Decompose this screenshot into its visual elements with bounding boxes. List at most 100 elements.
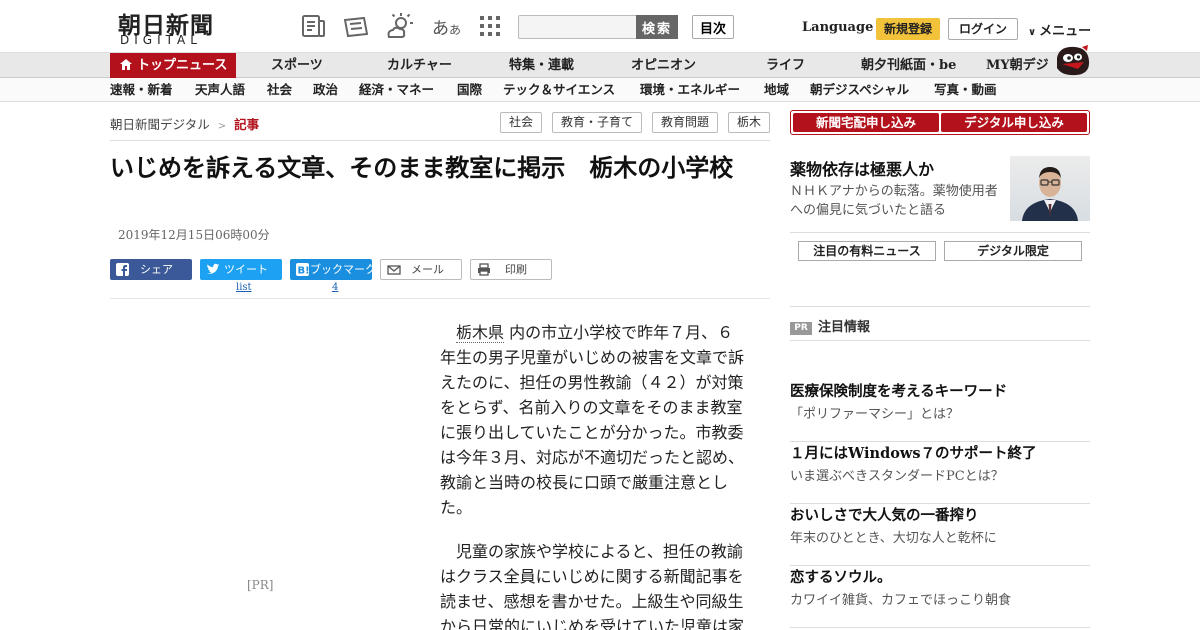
logo-digital: DIGITAL: [120, 33, 202, 47]
feature-description: ＮＨＫアナからの転落。薬物使用者への偏見に気づいたと語る: [790, 184, 998, 218]
share-mail-label: メール: [411, 263, 444, 276]
feature-story[interactable]: 薬物依存は極悪人か ＮＨＫアナからの転落。薬物使用者への偏見に気づいたと語る: [790, 156, 1090, 222]
pr-item-description: いま選ぶべきスタンダードPCとは？: [790, 469, 1004, 484]
pr-item-title: おいしさで大人気の一番搾り: [790, 507, 979, 524]
subnav-item-society[interactable]: 社会: [267, 78, 292, 102]
tab-digital-only[interactable]: デジタル限定: [944, 241, 1082, 261]
svg-text:B!: B!: [298, 266, 310, 277]
paper-icon[interactable]: [342, 12, 370, 40]
pr-list-item[interactable]: おいしさで大人気の一番搾り 年末のひととき、大切な人と乾杯に: [790, 504, 1090, 566]
pr-list-item[interactable]: 恋するソウル。 カワイイ雑貨、カフェでほっこり朝食: [790, 566, 1090, 628]
pr-item-title: 医療保険制度を考えるキーワード: [790, 383, 1008, 400]
subnav-item-special[interactable]: 朝デジスペシャル: [810, 78, 909, 102]
nav-item-top-news[interactable]: トップニュース: [110, 53, 236, 79]
font-size-icon[interactable]: ああ: [432, 14, 461, 39]
subnav-item-tenseijingo[interactable]: 天声人語: [195, 78, 245, 102]
subnav-item-region[interactable]: 地域: [764, 78, 789, 102]
tag-education-issues[interactable]: 教育問題: [651, 112, 718, 133]
sub-nav: 速報・新着 天声人語 社会 政治 経済・マネー 国際 テック＆サイエンス 環境・…: [0, 78, 1200, 102]
twitter-share-count[interactable]: list: [236, 282, 252, 293]
breadcrumb: 朝日新聞デジタル > 記事: [110, 114, 259, 133]
pr-item-description: 年末のひととき、大切な人と乾杯に: [790, 531, 997, 546]
nav-item-features[interactable]: 特集・連載: [509, 53, 574, 79]
sidebar-tabs: 注目の有料ニュース デジタル限定: [798, 241, 1082, 261]
article-body: 栃木県 内の市立小学校で昨年７月、６年生の男子児童がいじめの被害を文章で訴えたの…: [440, 320, 746, 630]
subscribe-box: 新聞宅配申し込み デジタル申し込み: [790, 110, 1090, 135]
pr-section-heading: PR 注目情報: [790, 316, 870, 335]
main-nav: トップニュース スポーツ カルチャー 特集・連載 オピニオン ライフ 朝夕刊紙面…: [0, 52, 1200, 79]
tag-education[interactable]: 教育・子育て: [551, 112, 642, 133]
article-paragraph: 児童の家族や学校によると、担任の教諭はクラス全員にいじめに関する新聞記事を読ませ…: [440, 542, 745, 630]
subnav-item-politics[interactable]: 政治: [313, 78, 338, 102]
breadcrumb-home[interactable]: 朝日新聞デジタル: [110, 117, 210, 132]
pr-item-title: 恋するソウル。: [790, 569, 892, 586]
tab-paid-news[interactable]: 注目の有料ニュース: [798, 241, 936, 261]
feature-photo: [1010, 156, 1090, 221]
print-label: 印刷: [505, 263, 527, 276]
pr-list-item[interactable]: １月にはWindows７のサポート終了 いま選ぶべきスタンダードPCとは？: [790, 442, 1090, 504]
nav-item-my-asadigi[interactable]: MY朝デジ: [986, 53, 1049, 79]
nav-item-life[interactable]: ライフ: [766, 53, 805, 79]
twitter-icon: [207, 263, 220, 274]
nav-item-opinion[interactable]: オピニオン: [631, 53, 696, 79]
pr-heading-label: 注目情報: [818, 320, 871, 335]
divider: [790, 232, 1090, 233]
tochigi-link[interactable]: 栃木県: [456, 323, 505, 343]
search-button[interactable]: 検索: [636, 15, 678, 39]
pr-list-item[interactable]: 医療保険制度を考えるキーワード 「ポリファーマシー」とは？: [790, 380, 1090, 442]
subnav-item-international[interactable]: 国際: [457, 78, 482, 102]
share-hatena-label: ブックマーク: [310, 263, 376, 276]
share-hatena-button[interactable]: B! ブックマーク: [290, 259, 376, 280]
home-icon: [120, 59, 132, 70]
article-title: いじめを訴える文章、そのまま教室に掲示 栃木の小学校: [110, 153, 734, 182]
subscribe-home-delivery-button[interactable]: 新聞宅配申し込み: [793, 113, 939, 132]
search-input[interactable]: [518, 15, 638, 39]
feature-title: 薬物依存は極悪人か: [790, 160, 935, 179]
divider: [790, 306, 1090, 307]
subnav-item-economy[interactable]: 経済・マネー: [359, 78, 434, 102]
pr-item-description: 「ポリファーマシー」とは？: [790, 407, 960, 422]
pr-badge: PR: [790, 322, 812, 335]
breadcrumb-separator: >: [217, 121, 227, 132]
tag-tochigi[interactable]: 栃木: [727, 112, 770, 133]
apps-grid-icon[interactable]: [476, 12, 504, 40]
mail-icon: [387, 265, 401, 275]
subscribe-digital-button[interactable]: デジタル申し込み: [941, 113, 1087, 132]
login-button[interactable]: ログイン: [948, 18, 1018, 40]
divider: [110, 298, 770, 299]
nav-item-culture[interactable]: カルチャー: [387, 53, 452, 79]
subnav-item-environment[interactable]: 環境・エネルギー: [640, 78, 740, 102]
weather-icon[interactable]: [386, 12, 414, 40]
share-mail-button[interactable]: メール: [380, 259, 462, 280]
divider: [110, 140, 770, 141]
news-list-icon[interactable]: [300, 12, 328, 40]
printer-icon: [478, 263, 490, 276]
subnav-item-tech[interactable]: テック＆サイエンス: [503, 78, 615, 102]
menu-button[interactable]: ∨ メニュー: [1028, 20, 1091, 39]
site-logo[interactable]: 朝日新聞 DIGITAL: [112, 6, 234, 48]
article-tags: 社会 教育・子育て 教育問題 栃木: [499, 112, 770, 133]
mascot-icon[interactable]: [1054, 44, 1092, 78]
language-link[interactable]: Language: [802, 20, 873, 35]
hatena-share-count[interactable]: 4: [332, 282, 338, 293]
facebook-icon: [116, 263, 129, 276]
toc-button[interactable]: 目次: [692, 15, 734, 39]
breadcrumb-current: 記事: [234, 117, 260, 132]
register-button[interactable]: 新規登録: [876, 18, 940, 40]
font-size-label-small: あ: [449, 23, 462, 37]
site-header: 朝日新聞 DIGITAL ああ 検索 目次 Language 新規登録 ログイン…: [0, 0, 1200, 52]
tag-society[interactable]: 社会: [499, 112, 542, 133]
chevron-down-icon: ∨: [1028, 27, 1037, 38]
pr-item-description: カワイイ雑貨、カフェでほっこり朝食: [790, 593, 1012, 608]
subnav-item-photo-video[interactable]: 写真・動画: [934, 78, 997, 102]
share-twitter-button[interactable]: ツイート: [200, 259, 282, 280]
nav-item-paper[interactable]: 朝夕刊紙面・be: [861, 53, 956, 79]
nav-item-sports[interactable]: スポーツ: [271, 53, 323, 79]
nav-item-label: トップニュース: [137, 58, 228, 73]
share-facebook-label: シェア: [140, 263, 173, 276]
share-facebook-button[interactable]: シェア: [110, 259, 192, 280]
subnav-item-latest[interactable]: 速報・新着: [110, 78, 173, 102]
pr-item-title: １月にはWindows７のサポート終了: [790, 445, 1037, 462]
print-button[interactable]: 印刷: [470, 259, 552, 280]
paragraph-text: 内の市立小学校で昨年７月、６年生の男子児童がいじめの被害を文章で訴えたのに、担任…: [440, 323, 745, 517]
